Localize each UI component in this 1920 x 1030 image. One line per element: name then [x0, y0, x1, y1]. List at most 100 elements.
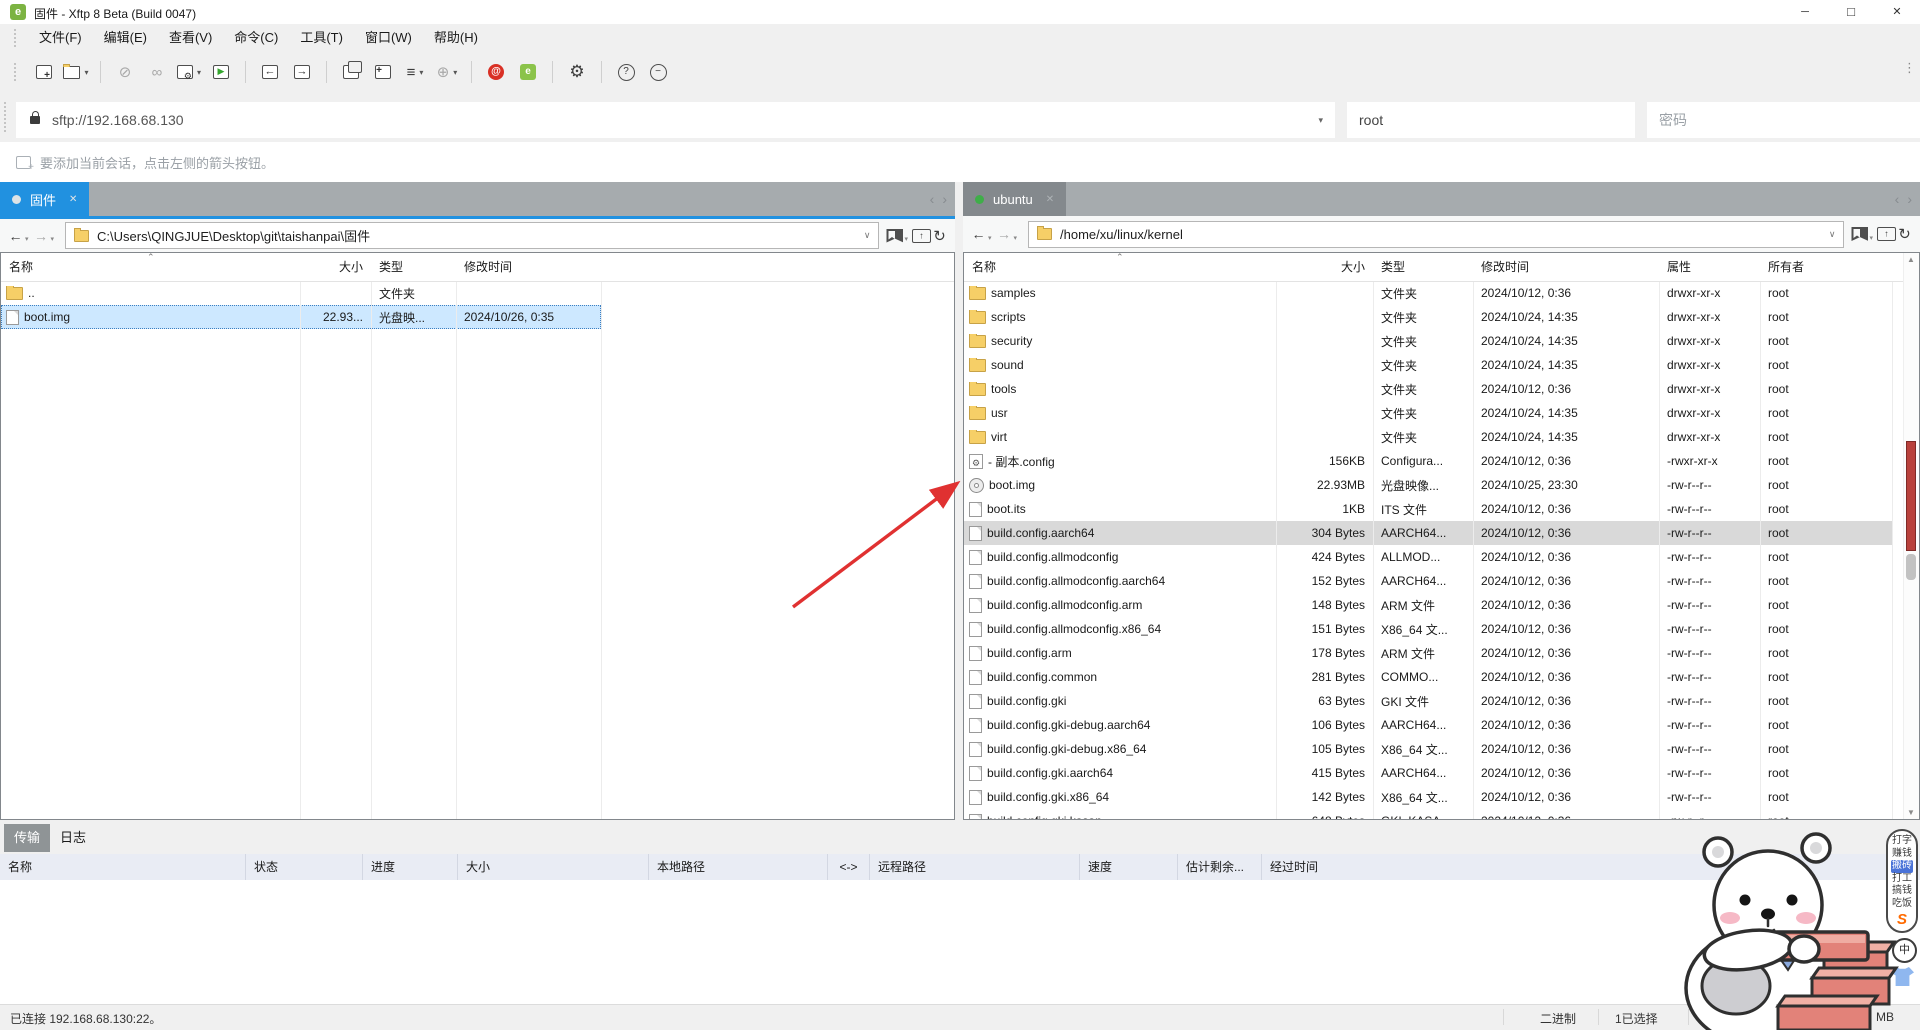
- sogou-logo-icon[interactable]: S: [1897, 911, 1907, 928]
- back-history-caret[interactable]: ▾: [25, 235, 29, 243]
- transfer-column-6[interactable]: 远程路径: [869, 854, 1079, 880]
- chevron-down-icon[interactable]: ▾: [84, 68, 88, 77]
- chevron-right-icon[interactable]: [1907, 191, 1912, 207]
- menu-item-1[interactable]: 编辑(E): [93, 24, 158, 52]
- scroll-down-icon[interactable]: ▼: [1907, 808, 1915, 817]
- column-header-2[interactable]: 类型: [371, 253, 456, 281]
- help-button[interactable]: ?: [612, 59, 640, 85]
- file-row[interactable]: security文件夹2024/10/24, 14:35drwxr-xr-xro…: [964, 329, 1892, 353]
- menu-item-5[interactable]: 窗口(W): [354, 24, 423, 52]
- forward-history-caret[interactable]: ▾: [51, 235, 55, 243]
- xftp-button[interactable]: e: [514, 59, 542, 85]
- file-row[interactable]: samples文件夹2024/10/12, 0:36drwxr-xr-xroot: [964, 281, 1892, 305]
- chevron-down-icon[interactable]: ▾: [419, 68, 423, 77]
- chevron-left-icon[interactable]: [1895, 191, 1900, 207]
- username-field[interactable]: root: [1347, 102, 1635, 138]
- remote-path-input[interactable]: /home/xu/linux/kernel: [1028, 221, 1844, 248]
- file-row[interactable]: virt文件夹2024/10/24, 14:35drwxr-xr-xroot: [964, 425, 1892, 449]
- drag-handle[interactable]: [14, 29, 18, 47]
- vertical-scrollbar[interactable]: ▲▼: [1903, 253, 1919, 819]
- transfer-column-0[interactable]: 名称: [0, 854, 245, 880]
- back-history-caret[interactable]: ▾: [988, 234, 992, 242]
- back-icon[interactable]: [970, 226, 987, 242]
- chevron-down-icon[interactable]: ▾: [1318, 115, 1323, 126]
- drag-handle[interactable]: [4, 102, 6, 132]
- view-list-button[interactable]: ≡▾: [401, 59, 429, 85]
- file-row[interactable]: build.config.gki-debug.aarch64106 BytesA…: [964, 713, 1892, 737]
- column-header-1[interactable]: 大小: [1276, 253, 1373, 281]
- bookmark-caret[interactable]: ▾: [1869, 234, 1873, 242]
- column-header-2[interactable]: 类型: [1373, 253, 1473, 281]
- file-row[interactable]: usr文件夹2024/10/24, 14:35drwxr-xr-xroot: [964, 401, 1892, 425]
- ime-skin-toolbar[interactable]: S 打字赚钱搬砖打工搞钱吃饭: [1886, 829, 1918, 933]
- file-row[interactable]: build.config.allmodconfig.x86_64151 Byte…: [964, 617, 1892, 641]
- column-header-5[interactable]: 所有者: [1760, 253, 1892, 281]
- scroll-up-icon[interactable]: ▲: [1907, 255, 1915, 264]
- new-session-button[interactable]: +: [30, 59, 58, 85]
- file-row[interactable]: boot.img22.93...光盘映...2024/10/26, 0:35: [1, 305, 601, 329]
- drag-handle[interactable]: [14, 63, 18, 81]
- transfer-column-3[interactable]: 大小: [457, 854, 648, 880]
- maximize-button[interactable]: [1828, 0, 1874, 24]
- transfer-column-4[interactable]: 本地路径: [648, 854, 827, 880]
- transfer-column-7[interactable]: 速度: [1079, 854, 1177, 880]
- transfer-tab-1[interactable]: 日志: [50, 824, 96, 852]
- file-row[interactable]: scripts文件夹2024/10/24, 14:35drwxr-xr-xroo…: [964, 305, 1892, 329]
- forward-icon[interactable]: [33, 228, 50, 244]
- menu-item-0[interactable]: 文件(F): [28, 24, 93, 52]
- parent-folder-icon[interactable]: [1877, 227, 1896, 241]
- file-row[interactable]: build.config.arm178 BytesARM 文件2024/10/1…: [964, 641, 1892, 665]
- run-button[interactable]: ▶: [207, 59, 235, 85]
- pane-splitter[interactable]: [955, 182, 963, 820]
- menu-item-2[interactable]: 查看(V): [158, 24, 223, 52]
- file-row[interactable]: build.config.gki.kasan648 BytesGKI_KASA.…: [964, 809, 1892, 820]
- file-row[interactable]: build.config.aarch64304 BytesAARCH64...2…: [964, 521, 1892, 545]
- file-row[interactable]: build.config.common281 BytesCOMMO...2024…: [964, 665, 1892, 689]
- file-row[interactable]: build.config.allmodconfig424 BytesALLMOD…: [964, 545, 1892, 569]
- chevron-down-icon[interactable]: ▾: [453, 68, 457, 77]
- file-row[interactable]: build.config.allmodconfig.aarch64152 Byt…: [964, 569, 1892, 593]
- ime-word-2[interactable]: 搬砖: [1891, 860, 1913, 873]
- ime-word-4[interactable]: 搞钱: [1892, 885, 1912, 898]
- path-dropdown-icon[interactable]: [1829, 229, 1836, 240]
- password-field[interactable]: 密码: [1647, 102, 1920, 138]
- column-header-3[interactable]: 修改时间: [1473, 253, 1659, 281]
- minimize-button[interactable]: [1782, 0, 1828, 24]
- transfer-tab-0[interactable]: 传输: [4, 824, 50, 852]
- duplicate-window-button[interactable]: [337, 59, 365, 85]
- menu-item-6[interactable]: 帮助(H): [423, 24, 489, 52]
- local-path-input[interactable]: C:\Users\QINGJUE\Desktop\git\taishanpai\…: [65, 222, 879, 249]
- file-row[interactable]: ..文件夹: [1, 281, 601, 305]
- refresh-icon[interactable]: [931, 227, 948, 245]
- transfer-column-2[interactable]: 进度: [362, 854, 457, 880]
- column-header-1[interactable]: 大小: [300, 253, 371, 281]
- forward-history-caret[interactable]: ▾: [1014, 234, 1018, 242]
- transfer-column-8[interactable]: 估计剩余...: [1177, 854, 1261, 880]
- ime-word-0[interactable]: 打字: [1892, 835, 1912, 848]
- file-row[interactable]: build.config.allmodconfig.arm148 BytesAR…: [964, 593, 1892, 617]
- back-icon[interactable]: [7, 228, 24, 244]
- ime-word-5[interactable]: 吃饭: [1892, 898, 1912, 911]
- ime-word-1[interactable]: 赚钱: [1892, 848, 1912, 861]
- file-row[interactable]: build.config.gki.aarch64415 BytesAARCH64…: [964, 761, 1892, 785]
- settings-button[interactable]: ⚙: [563, 59, 591, 85]
- menu-item-4[interactable]: 工具(T): [289, 24, 354, 52]
- file-row[interactable]: tools文件夹2024/10/12, 0:36drwxr-xr-xroot: [964, 377, 1892, 401]
- file-row[interactable]: boot.its1KBITS 文件2024/10/12, 0:36-rw-r--…: [964, 497, 1892, 521]
- transfer-column-9[interactable]: 经过时间: [1261, 854, 1353, 880]
- chevron-down-icon[interactable]: ▾: [197, 68, 201, 77]
- collapse-button[interactable]: −: [644, 59, 672, 85]
- close-tab-icon[interactable]: ✕: [1046, 194, 1054, 205]
- session-properties-button[interactable]: ⚙▾: [175, 59, 203, 85]
- toolbar-overflow-icon[interactable]: ⋮: [1903, 60, 1916, 76]
- bookmark-icon[interactable]: [1851, 227, 1868, 241]
- ime-word-3[interactable]: 打工: [1892, 873, 1912, 886]
- file-row[interactable]: build.config.gki63 BytesGKI 文件2024/10/12…: [964, 689, 1892, 713]
- xshell-button[interactable]: @: [482, 59, 510, 85]
- tab-remote-session[interactable]: ubuntu ✕: [963, 182, 1066, 216]
- bookmark-icon[interactable]: [886, 229, 903, 243]
- close-tab-icon[interactable]: ✕: [69, 194, 77, 205]
- column-header-4[interactable]: 属性: [1659, 253, 1760, 281]
- file-row[interactable]: build.config.gki.x86_64142 BytesX86_64 文…: [964, 785, 1892, 809]
- transfer-right-button[interactable]: →: [288, 59, 316, 85]
